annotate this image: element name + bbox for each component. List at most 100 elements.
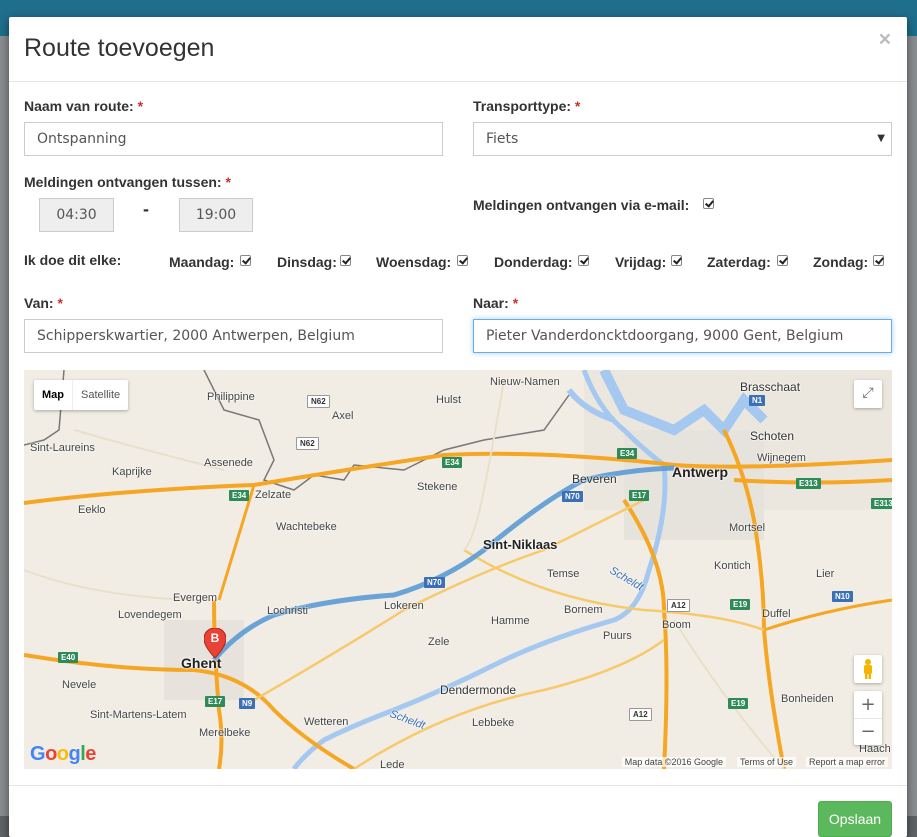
map-marker-pin-icon[interactable]: B [204,628,226,658]
map-attribution: Map data ©2016 Google [621,757,726,767]
google-logo: Google [30,743,96,765]
required-mark: * [57,295,63,311]
day-checkbox-wednesday[interactable] [457,255,468,266]
from-label: Van: * [24,295,63,311]
road-shield: N62 [296,437,319,450]
day-checkbox-sunday[interactable] [873,255,884,266]
notification-times-label-text: Meldingen ontvangen tussen: [24,174,222,190]
time-to-input[interactable]: 19:00 [179,198,253,232]
day-label-monday: Maandag: [169,254,235,270]
map-label: Philippine [207,391,255,403]
map-label: Kaprijke [112,466,152,478]
map-label: Hamme [491,615,530,627]
day-checkbox-monday[interactable] [240,255,251,266]
map-label: Wetteren [304,716,349,728]
to-label: Naar: * [473,295,518,311]
time-separator: - [143,199,149,219]
road-shield: N70 [562,491,583,502]
map-label: Wachtebeke [276,521,337,533]
map-label: Lokeren [384,600,424,612]
road-shield: E34 [442,457,463,468]
required-mark: * [225,174,231,190]
road-shield: E17 [205,696,226,707]
road-shield: E19 [730,599,751,610]
required-mark: * [137,98,144,114]
road-shield: E19 [728,698,749,709]
map-label: Sint-Martens-Latem [90,709,187,721]
street-view-pegman-icon[interactable] [854,655,882,683]
from-address-input[interactable]: Schipperskwartier, 2000 Antwerpen, Belgi… [24,319,443,353]
zoom-out-button[interactable]: − [854,719,882,745]
map-type-control: Map Satellite [34,380,129,410]
road-shield: N70 [424,577,445,588]
road-shield: A12 [667,599,690,612]
day-label-thursday: Donderdag: [494,254,573,270]
time-from-input[interactable]: 04:30 [39,198,114,232]
map-label: Mortsel [729,522,766,534]
notification-times-label: Meldingen ontvangen tussen: * [24,174,231,190]
map-label: Nieuw-Namen [490,376,560,388]
map-label: Stekene [417,481,458,493]
save-button[interactable]: Opslaan [818,801,892,837]
day-label-friday: Vrijdag: [615,254,667,270]
transport-type-label-text: Transporttype: [473,98,572,114]
transport-type-select[interactable]: Fiets ▼ [473,122,892,156]
map-label: Bonheiden [781,693,834,705]
map-label: Eeklo [78,504,106,516]
road-shield: N1 [749,395,766,406]
map-label: Sint-Niklaas [483,537,558,552]
road-shield: E40 [58,652,79,663]
fullscreen-icon[interactable]: ⤢ [854,380,882,408]
route-name-input[interactable]: Ontspanning [24,122,443,156]
footer-divider [9,785,907,786]
email-notification-checkbox[interactable] [703,198,714,209]
required-mark: * [574,98,581,114]
email-notification-label: Meldingen ontvangen via e-mail: [473,197,690,213]
map-label: Axel [332,410,354,422]
road-shield: N9 [239,698,256,709]
to-address-input[interactable]: Pieter Vanderdoncktdoorgang, 9000 Gent, … [473,319,892,353]
day-label-sunday: Zondag: [813,254,869,270]
map-label: Bornem [564,604,603,616]
map-label: Kontich [714,560,751,572]
day-checkbox-tuesday[interactable] [340,255,351,266]
terms-of-use-link[interactable]: Terms of Use [736,757,796,767]
required-mark: * [512,295,519,311]
dialog-header: Route toevoegen × [9,17,907,82]
map-label: Duffel [762,608,791,620]
day-label-wednesday: Woensdag: [376,254,452,270]
map-label: Boom [662,619,691,631]
road-shield: A12 [629,708,652,721]
map-label: Beveren [572,472,617,486]
route-map[interactable]: Map Satellite ⤢ Nieuw-Namen Brasschaat P… [24,370,892,769]
map-label: Brasschaat [740,380,801,394]
day-checkbox-friday[interactable] [671,255,682,266]
map-label: Evergem [173,592,218,604]
day-checkbox-thursday[interactable] [578,255,589,266]
map-label: Lede [380,759,405,769]
add-route-dialog: Route toevoegen × Naam van route: * Onts… [9,17,907,837]
road-shield: E313 [796,478,821,489]
road-shield: E17 [629,490,650,501]
day-checkbox-saturday[interactable] [777,255,788,266]
map-label: Dendermonde [440,683,517,697]
transport-type-label: Transporttype: * [473,98,580,114]
road-shield: E34 [617,448,638,459]
map-label: Temse [547,568,580,580]
map-label: Assenede [204,457,253,469]
road-shield: N62 [307,395,330,408]
map-label: Puurs [603,630,632,642]
road-shield: E313 [871,498,892,509]
zoom-in-button[interactable]: + [854,691,882,719]
map-type-satellite-button[interactable]: Satellite [72,380,128,410]
map-marker-label: B [210,631,220,645]
route-name-label-text: Naam van route: [24,98,134,114]
day-label-saturday: Zaterdag: [707,254,771,270]
report-map-error-link[interactable]: Report a map error [805,757,888,767]
map-label: Lebbeke [472,717,515,729]
map-type-map-button[interactable]: Map [34,380,72,410]
map-label: Merelbeke [199,727,251,739]
close-icon[interactable]: × [879,29,891,50]
map-label: Hulst [436,394,462,406]
days-label: Ik doe dit elke: [24,252,122,268]
